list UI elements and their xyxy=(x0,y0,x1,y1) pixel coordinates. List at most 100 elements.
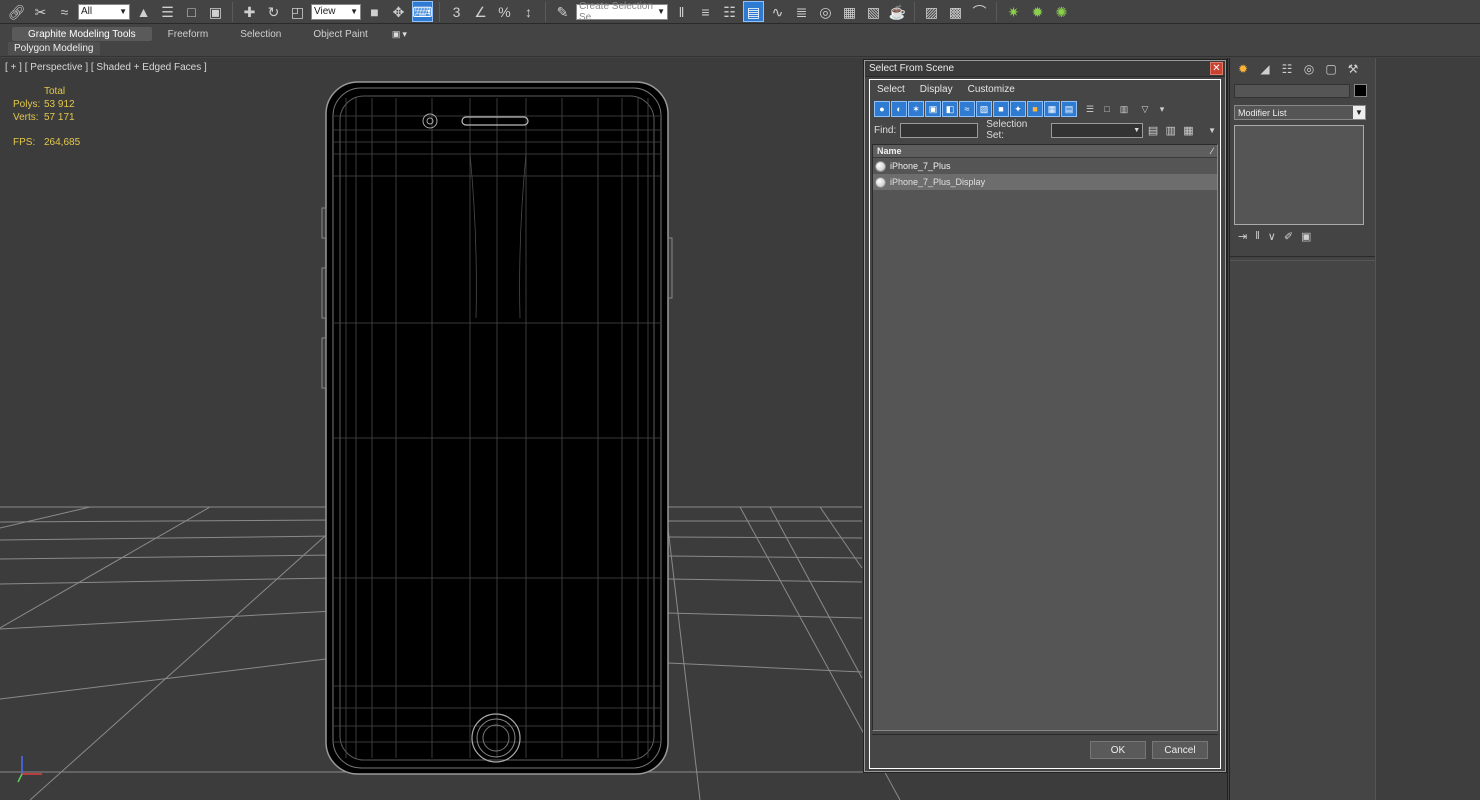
display-lights-icon[interactable]: ✶ xyxy=(908,101,924,117)
display-cameras-icon[interactable]: ▣ xyxy=(925,101,941,117)
create-tab-icon[interactable]: ✹ xyxy=(1233,59,1253,79)
selection-filter-dropdown[interactable]: All ▼ xyxy=(78,3,130,20)
utilities-tab-icon[interactable]: ⚒ xyxy=(1343,59,1363,79)
named-selection-dropdown[interactable]: Create Selection Se ▼ xyxy=(576,1,668,23)
display-containers-icon[interactable]: ■ xyxy=(1027,101,1043,117)
angle-snap-icon[interactable]: ∠ xyxy=(470,1,491,22)
object-color-swatch[interactable] xyxy=(1354,84,1367,97)
sel-set-add-icon[interactable]: ▤ xyxy=(1145,122,1161,138)
graphite-tools-toggle-icon[interactable]: ▤ xyxy=(743,1,764,22)
display-hidden-icon[interactable]: ▤ xyxy=(1061,101,1077,117)
menu-select[interactable]: Select xyxy=(877,84,905,95)
ok-button[interactable]: OK xyxy=(1090,741,1146,759)
polygon-modeling-panel[interactable]: Polygon Modeling xyxy=(8,42,100,55)
camera-icon: ▣ xyxy=(391,28,401,39)
configure-modifier-sets-icon[interactable]: ▣ xyxy=(1301,230,1311,246)
display-invert-icon[interactable]: ▥ xyxy=(1116,101,1132,117)
unlink-icon[interactable]: ✂ xyxy=(30,1,51,22)
cancel-button[interactable]: Cancel xyxy=(1152,741,1208,759)
dialog-title-bar[interactable]: Select From Scene ✕ xyxy=(865,61,1225,77)
curve-editor-icon[interactable]: ∿ xyxy=(767,1,788,22)
spinner-snap-icon[interactable]: ↕ xyxy=(518,1,539,22)
display-none-icon[interactable]: □ xyxy=(1099,101,1115,117)
make-unique-icon[interactable]: ∨ xyxy=(1268,230,1276,246)
name-column-header[interactable]: Name ∕ xyxy=(873,145,1217,158)
verts-value: 57 171 xyxy=(44,112,75,123)
tab-graphite-modeling-tools[interactable]: Graphite Modeling Tools xyxy=(12,27,152,41)
remove-modifier-icon[interactable]: ✐ xyxy=(1284,230,1293,246)
ribbon-options-button[interactable]: ▣ ▾ xyxy=(392,28,414,40)
mirror-icon[interactable]: ‖ xyxy=(671,1,692,22)
sort-icon: ∕ xyxy=(1211,146,1213,156)
select-object-icon[interactable]: ▲ xyxy=(133,1,154,22)
container-icon[interactable]: ▨ xyxy=(921,1,942,22)
link-icon[interactable]: 🔗︎ xyxy=(6,1,27,22)
list-item[interactable]: iPhone_7_Plus xyxy=(873,158,1217,174)
list-item[interactable]: iPhone_7_Plus_Display xyxy=(873,174,1217,190)
tab-freeform[interactable]: Freeform xyxy=(152,27,225,41)
tab-selection[interactable]: Selection xyxy=(224,27,297,41)
sel-set-remove-icon[interactable]: ▥ xyxy=(1163,122,1179,138)
display-bones-icon[interactable]: ✦ xyxy=(1010,101,1026,117)
command-panel-rollouts xyxy=(1230,260,1376,800)
render-setup-icon[interactable]: ▦ xyxy=(839,1,860,22)
display-shapes-icon[interactable]: ◐ xyxy=(891,101,907,117)
window-crossing-icon[interactable]: ▣ xyxy=(205,1,226,22)
show-end-result-icon[interactable]: ‖ xyxy=(1255,230,1260,246)
display-frozen-icon[interactable]: ▦ xyxy=(1044,101,1060,117)
schematic-view-icon[interactable]: ≣ xyxy=(791,1,812,22)
sel-set-highlight-icon[interactable]: ▦ xyxy=(1181,122,1197,138)
display-xrefs-icon[interactable]: ■ xyxy=(993,101,1009,117)
main-toolbar: 🔗︎ ✂ ≈ All ▼ ▲ ☰ □ ▣ ✚ ↻ ◰ View ▼ ■ ✥ ⌨ 3 … xyxy=(0,0,1480,24)
rendered-frame-icon[interactable]: ▧ xyxy=(863,1,884,22)
modify-tab-icon[interactable]: ◢ xyxy=(1255,59,1275,79)
toolbar-separator xyxy=(996,1,997,22)
display-space-warps-icon[interactable]: ≈ xyxy=(959,101,975,117)
material-editor-icon[interactable]: ◎ xyxy=(815,1,836,22)
reference-coord-dropdown[interactable]: View ▼ xyxy=(311,3,361,20)
bone-tools-icon[interactable]: ✷ xyxy=(1003,1,1024,22)
select-from-scene-dialog: Select From Scene ✕ Select Display Custo… xyxy=(864,60,1226,772)
display-geometry-icon[interactable]: ● xyxy=(874,101,890,117)
rotate-icon[interactable]: ↻ xyxy=(263,1,284,22)
display-helpers-icon[interactable]: ◧ xyxy=(942,101,958,117)
ik-solver-icon[interactable]: ✹ xyxy=(1027,1,1048,22)
rect-selection-icon[interactable]: □ xyxy=(181,1,202,22)
manipulate-icon[interactable]: ✥ xyxy=(388,1,409,22)
menu-customize[interactable]: Customize xyxy=(968,84,1015,95)
viewport-label[interactable]: [ + ] [ Perspective ] [ Shaded + Edged F… xyxy=(5,62,207,73)
display-groups-icon[interactable]: ▨ xyxy=(976,101,992,117)
chevron-down-icon[interactable]: ▼ xyxy=(1204,122,1220,138)
percent-snap-icon[interactable]: % xyxy=(494,1,515,22)
box-objects-icon[interactable]: ▩ xyxy=(945,1,966,22)
scene-object-list[interactable]: Name ∕ iPhone_7_Plus iPhone_7_Plus_Displ… xyxy=(872,144,1218,731)
edit-named-selection-icon[interactable]: ✎ xyxy=(552,1,573,22)
display-all-icon[interactable]: ☰ xyxy=(1082,101,1098,117)
render-production-icon[interactable]: ☕ xyxy=(887,1,908,22)
find-input[interactable] xyxy=(900,122,979,138)
scale-icon[interactable]: ◰ xyxy=(287,1,308,22)
close-icon[interactable]: ✕ xyxy=(1210,62,1223,75)
hierarchy-tab-icon[interactable]: ☷ xyxy=(1277,59,1297,79)
modifier-list-dropdown[interactable]: Modifier List ▼ xyxy=(1234,105,1366,120)
pivot-center-icon[interactable]: ■ xyxy=(364,1,385,22)
modifier-stack[interactable] xyxy=(1234,125,1364,225)
hose-icon[interactable]: ⌒ xyxy=(969,1,990,22)
motion-tab-icon[interactable]: ◎ xyxy=(1299,59,1319,79)
tab-object-paint[interactable]: Object Paint xyxy=(297,27,383,41)
object-name-field[interactable] xyxy=(1234,84,1350,98)
select-by-name-icon[interactable]: ☰ xyxy=(157,1,178,22)
skin-tools-icon[interactable]: ✺ xyxy=(1051,1,1072,22)
menu-display[interactable]: Display xyxy=(920,84,953,95)
bind-space-warp-icon[interactable]: ≈ xyxy=(54,1,75,22)
pin-stack-icon[interactable]: ⇥ xyxy=(1238,230,1247,246)
selection-set-dropdown[interactable]: ▼ xyxy=(1050,122,1144,138)
align-icon[interactable]: ≡ xyxy=(695,1,716,22)
filter-icon[interactable]: ▽ xyxy=(1137,101,1153,117)
filter-options-icon[interactable]: ▾ xyxy=(1154,101,1170,117)
keyboard-shortcut-override-icon[interactable]: ⌨ xyxy=(412,1,433,22)
snaps-toggle-icon[interactable]: 3 xyxy=(446,1,467,22)
move-icon[interactable]: ✚ xyxy=(239,1,260,22)
display-tab-icon[interactable]: ▢ xyxy=(1321,59,1341,79)
layer-manager-icon[interactable]: ☷ xyxy=(719,1,740,22)
